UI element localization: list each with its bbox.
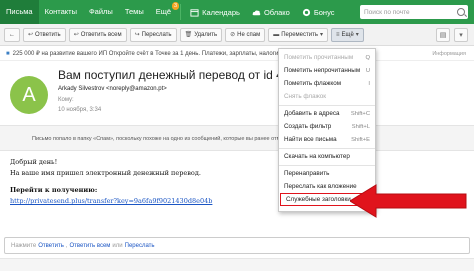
settings-icon[interactable]: ▾ — [454, 28, 468, 42]
reply-all-label: Ответить всем — [80, 31, 122, 38]
reply-all-icon: ↩ — [73, 32, 79, 38]
service-cloud-label: Облако — [263, 7, 290, 17]
menu-item-download[interactable]: Скачать на компьютер — [279, 150, 375, 163]
bonus-icon — [302, 8, 310, 16]
back-button[interactable]: ← — [4, 27, 20, 42]
bottom-strip — [0, 258, 474, 271]
main-tabs: Письма Контакты Файлы Темы Ещё 3 — [0, 0, 180, 24]
search-icon[interactable] — [457, 8, 465, 16]
menu-item-find-all[interactable]: Найти все письма Shift+E — [279, 133, 375, 146]
more-label: Ещё — [341, 31, 354, 38]
menu-item-flag[interactable]: Пометить флажком I — [279, 77, 375, 90]
service-bonus-label: Бонус — [313, 7, 335, 17]
more-icon: ≡ — [335, 31, 340, 38]
tab-more-label: Ещё — [155, 7, 172, 16]
menu-item-mark-read[interactable]: Пометить прочитанным Q — [279, 51, 375, 64]
chevron-down-icon: ▾ — [355, 32, 359, 38]
quick-reply-all-link[interactable]: Ответить всем — [70, 243, 111, 249]
reply-button[interactable]: ↩ Ответить — [23, 27, 66, 42]
search-input[interactable] — [364, 8, 454, 16]
body-greeting: Добрый день! — [10, 158, 58, 166]
reply-prefix: Нажмите — [11, 242, 37, 249]
tab-files[interactable]: Файлы — [83, 0, 119, 24]
email-subject: Вам поступил денежный перевод от id 4555 — [58, 68, 283, 82]
menu-divider — [279, 104, 375, 106]
tab-more[interactable]: Ещё 3 — [150, 0, 180, 24]
top-navigation: Письма Контакты Файлы Темы Ещё 3 Календа… — [0, 0, 474, 24]
more-button[interactable]: ≡ Ещё ▾ — [330, 27, 364, 42]
quick-reply-link[interactable]: Ответить — [38, 243, 64, 249]
forward-label: Переслать — [141, 31, 172, 38]
reply-all-button[interactable]: ↩ Ответить всем — [68, 27, 127, 42]
body-text: На ваше имя пришел электронный денежный … — [10, 169, 201, 177]
message-toolbar: ← ↩ Ответить ↩ Ответить всем ↪ Переслать 🗑 У… — [0, 24, 474, 46]
folder-icon: ▬ — [273, 31, 280, 38]
delete-label: Удалить — [194, 31, 218, 38]
back-arrow-icon: ← — [9, 31, 15, 38]
chevron-down-icon: ▾ — [319, 32, 323, 38]
menu-item-unflag[interactable]: Снять флажок — [279, 90, 375, 103]
service-calendar-label: Календарь — [202, 7, 240, 17]
service-calendar[interactable]: Календарь — [184, 8, 246, 17]
spam-icon: ⊘ — [230, 32, 236, 38]
print-icon[interactable]: ▤ — [436, 28, 450, 42]
email-date: 10 ноября, 3:34 — [58, 107, 102, 113]
search-box[interactable] — [360, 5, 468, 19]
spam-notice: Письмо попало в папку «Спам», поскольку … — [0, 125, 474, 151]
ad-icon: ■ — [6, 50, 10, 57]
not-spam-label: Не спам — [237, 31, 261, 38]
menu-item-create-filter[interactable]: Создать фильтр Shift+L — [279, 120, 375, 133]
ad-text: 225 000 ₽ на развитие вашего ИП Откройте… — [12, 51, 284, 57]
menu-divider — [279, 164, 375, 166]
reply-icon: ↩ — [28, 32, 34, 38]
more-badge: 3 — [172, 2, 180, 10]
reply-or: или — [112, 242, 123, 249]
red-arrow-annotation — [350, 184, 467, 218]
forward-button[interactable]: ↪ Переслать — [129, 27, 177, 42]
quick-forward-link[interactable]: Переслать — [125, 243, 155, 249]
not-spam-button[interactable]: ⊘ Не спам — [225, 27, 266, 42]
nav-divider — [180, 4, 182, 20]
move-button[interactable]: ▬ Переместить ▾ — [268, 27, 328, 42]
body-link[interactable]: http://privatesend.plus/transfer?key=9a6… — [10, 197, 280, 206]
service-cloud[interactable]: Облако — [246, 8, 296, 17]
forward-icon: ↪ — [134, 32, 140, 38]
quick-reply-box[interactable]: Нажмите Ответить, Ответить всем или Пере… — [4, 237, 470, 254]
ad-info-link[interactable]: Информация — [432, 51, 466, 57]
cloud-icon — [252, 9, 261, 15]
email-body: Добрый день! На ваше имя пришел электрон… — [10, 158, 280, 208]
service-bonus[interactable]: Бонус — [296, 8, 341, 17]
reply-label: Ответить — [35, 31, 61, 38]
menu-item-add-contact[interactable]: Добавить в адреса Shift+C — [279, 107, 375, 120]
tab-contacts[interactable]: Контакты — [39, 0, 83, 24]
email-to-label: Кому: — [58, 97, 74, 103]
menu-divider — [279, 147, 375, 149]
menu-item-mark-unread[interactable]: Пометить непрочитанным U — [279, 64, 375, 77]
ad-banner[interactable]: ■ 225 000 ₽ на развитие вашего ИП Открой… — [0, 47, 474, 61]
body-follow-label: Перейти к получению: — [10, 186, 98, 194]
delete-button[interactable]: 🗑 Удалить — [179, 27, 223, 42]
avatar: A — [10, 76, 48, 114]
email-header: A Вам поступил денежный перевод от id 45… — [0, 62, 474, 122]
toolbar-right: ▤ ▾ — [436, 28, 468, 42]
calendar-icon — [190, 8, 199, 17]
tab-mail[interactable]: Письма — [0, 0, 39, 24]
tab-themes[interactable]: Темы — [119, 0, 150, 24]
email-sender[interactable]: Arkady Silvestrov <noreply@amazon.pt> — [58, 86, 167, 92]
trash-icon: 🗑 — [184, 32, 193, 38]
menu-item-redirect[interactable]: Перенаправить — [279, 167, 375, 180]
move-label: Переместить — [281, 31, 318, 38]
